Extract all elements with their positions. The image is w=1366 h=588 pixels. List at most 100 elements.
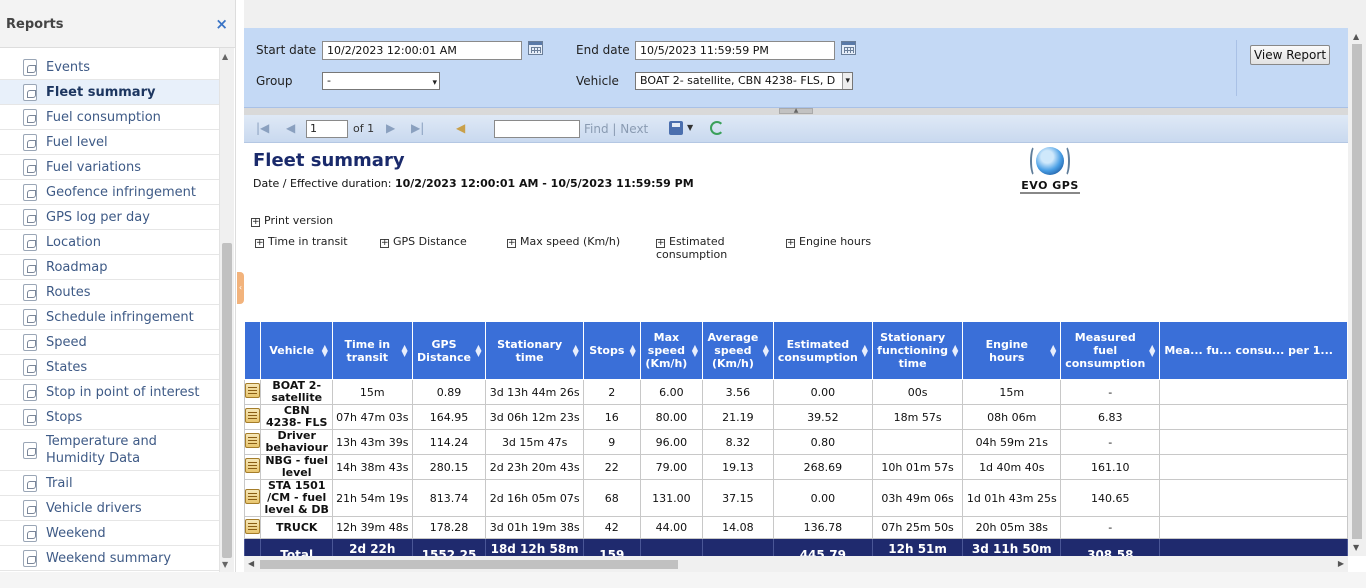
- sort-icon[interactable]: ▲ ▼: [630, 343, 636, 357]
- top-bar: [244, 0, 1366, 28]
- chevron-down-icon[interactable]: ▼: [687, 123, 693, 132]
- sort-icon[interactable]: ▲ ▼: [862, 343, 868, 357]
- report-item[interactable]: Schedule infringement: [0, 305, 219, 330]
- vertical-scroll-thumb[interactable]: [1352, 44, 1362, 539]
- detail-report-icon[interactable]: [244, 379, 262, 405]
- toggle-engine-hours[interactable]: + Engine hours: [786, 235, 871, 248]
- column-header[interactable]: Mea... fu... consu... per 1...: [1159, 321, 1348, 380]
- scroll-down-icon[interactable]: ▼: [1353, 543, 1359, 552]
- sort-icon[interactable]: ▲ ▼: [692, 343, 698, 357]
- collapse-parameters-icon[interactable]: ▲: [779, 108, 813, 114]
- table-row[interactable]: NBG - fuel level 14h 38m 43s 280.15 2d 23h …: [244, 454, 1348, 480]
- column-header[interactable]: Vehicle ▲ ▼: [260, 321, 333, 380]
- scroll-up-icon[interactable]: ▲: [222, 52, 228, 61]
- scroll-down-icon[interactable]: ▼: [222, 560, 228, 569]
- scroll-left-icon[interactable]: ◀: [248, 559, 254, 568]
- detail-report-icon[interactable]: [244, 429, 262, 455]
- sort-icon[interactable]: ▲ ▼: [952, 343, 958, 357]
- report-item[interactable]: Fuel consumption: [0, 105, 219, 130]
- table-row[interactable]: CBN 4238- FLS 07h 47m 03s 164.95 3d 06h 12m…: [244, 404, 1348, 430]
- print-version-toggle[interactable]: + Print version: [251, 214, 333, 227]
- calendar-icon[interactable]: [528, 41, 543, 55]
- toggle-max-speed[interactable]: + Max speed (Km/h): [507, 235, 620, 248]
- first-page-icon[interactable]: |◀: [256, 121, 269, 135]
- vertical-scrollbar[interactable]: ▲ ▼: [1348, 28, 1366, 556]
- column-header[interactable]: Max speed (Km/h) ▲ ▼: [639, 321, 703, 380]
- sidebar-scrollbar[interactable]: ▲ ▼: [220, 48, 234, 573]
- report-item[interactable]: Fleet summary: [0, 80, 219, 105]
- next-page-icon[interactable]: ▶: [386, 121, 395, 135]
- scroll-right-icon[interactable]: ▶: [1338, 559, 1344, 568]
- collapse-sidebar-handle[interactable]: ‹: [237, 272, 244, 304]
- table-row[interactable]: TRUCK 12h 39m 48s 178.28 3d 01h 19m 38s 42 44…: [244, 516, 1348, 539]
- column-header[interactable]: Engine hours ▲ ▼: [962, 321, 1062, 380]
- toggle-gps-distance[interactable]: + GPS Distance: [380, 235, 467, 248]
- last-page-icon[interactable]: ▶|: [411, 121, 424, 135]
- table-row[interactable]: Driver behaviour 13h 43m 39s 114.24 3d 15m …: [244, 429, 1348, 455]
- detail-report-icon[interactable]: [244, 479, 262, 517]
- sort-icon[interactable]: ▲ ▼: [401, 343, 407, 357]
- report-item[interactable]: Trail: [0, 471, 219, 496]
- report-item[interactable]: Geofence infringement: [0, 180, 219, 205]
- report-item[interactable]: Stops: [0, 405, 219, 430]
- column-header[interactable]: Stops ▲ ▼: [582, 321, 641, 380]
- report-item[interactable]: Speed: [0, 330, 219, 355]
- detail-report-icon[interactable]: [244, 404, 262, 430]
- scroll-up-icon[interactable]: ▲: [1353, 32, 1359, 41]
- sort-icon[interactable]: ▲ ▼: [1149, 343, 1155, 357]
- report-item[interactable]: Temperature and Humidity Data: [0, 430, 219, 471]
- start-date-input[interactable]: 10/2/2023 12:00:01 AM: [322, 41, 522, 60]
- sort-icon[interactable]: ▲ ▼: [475, 343, 481, 357]
- parameter-splitter[interactable]: ▲: [244, 108, 1348, 115]
- calendar-icon[interactable]: [841, 41, 856, 55]
- horizontal-scroll-thumb[interactable]: [260, 560, 678, 569]
- sort-icon[interactable]: ▲ ▼: [763, 343, 769, 357]
- report-item[interactable]: Location: [0, 230, 219, 255]
- report-item[interactable]: Vehicle drivers: [0, 496, 219, 521]
- close-icon[interactable]: ×: [215, 15, 228, 33]
- end-date-label: End date: [576, 43, 630, 57]
- save-export-icon[interactable]: [669, 121, 683, 135]
- table-row[interactable]: STA 1501 /CM - fuel level & DB 21h 54m 19…: [244, 479, 1348, 517]
- detail-report-icon[interactable]: [244, 516, 262, 539]
- back-icon[interactable]: ◀: [456, 121, 465, 135]
- horizontal-scrollbar[interactable]: ◀ ▶: [244, 556, 1348, 572]
- column-header[interactable]: Stationary time ▲ ▼: [485, 321, 584, 380]
- refresh-icon[interactable]: [710, 121, 724, 135]
- table-row[interactable]: BOAT 2- satellite 15m 0.89 3d 13h 44m 26s 2 6…: [244, 379, 1348, 405]
- previous-page-icon[interactable]: ◀: [286, 121, 295, 135]
- column-header[interactable]: Stationary functioning time ▲ ▼: [871, 321, 964, 380]
- sort-icon[interactable]: ▲ ▼: [322, 343, 328, 357]
- report-item[interactable]: Roadmap: [0, 255, 219, 280]
- report-item[interactable]: Events: [0, 55, 219, 80]
- column-header[interactable]: Measured fuel consumption ▲ ▼: [1060, 321, 1161, 380]
- report-item[interactable]: Weekend summary: [0, 546, 219, 571]
- vehicle-select[interactable]: BOAT 2- satellite, CBN 4238- FLS, D ▾: [635, 72, 853, 90]
- sort-icon[interactable]: ▲ ▼: [573, 343, 579, 357]
- report-item[interactable]: Stop in point of interest: [0, 380, 219, 405]
- table-cell: 39.52: [772, 404, 873, 430]
- report-item[interactable]: Fuel variations: [0, 155, 219, 180]
- sidebar-scroll-thumb[interactable]: [222, 243, 232, 558]
- report-item[interactable]: Fuel level: [0, 130, 219, 155]
- column-header[interactable]: Average speed (Km/h) ▲ ▼: [701, 321, 774, 380]
- toggle-estimated-consumption[interactable]: + Estimated consumption: [656, 235, 736, 261]
- sort-icon[interactable]: ▲ ▼: [1050, 343, 1056, 357]
- table-cell: 9: [582, 429, 641, 455]
- view-report-button[interactable]: View Report: [1250, 45, 1330, 65]
- page-number-input[interactable]: 1: [306, 120, 348, 138]
- report-item[interactable]: GPS log per day: [0, 205, 219, 230]
- detail-report-icon[interactable]: [244, 454, 262, 480]
- report-item[interactable]: Routes: [0, 280, 219, 305]
- find-input[interactable]: [494, 120, 580, 138]
- find-link[interactable]: Find | Next: [584, 122, 648, 136]
- column-header[interactable]: GPS Distance ▲ ▼: [411, 321, 487, 380]
- report-item[interactable]: Weekend: [0, 521, 219, 546]
- report-item[interactable]: States: [0, 355, 219, 380]
- group-select[interactable]: - ▾: [322, 72, 440, 90]
- end-date-input[interactable]: 10/5/2023 11:59:59 PM: [635, 41, 835, 60]
- column-header[interactable]: Estimated consumption ▲ ▼: [772, 321, 873, 380]
- toggle-time-in-transit[interactable]: + Time in transit: [255, 235, 348, 248]
- vehicle-cell: TRUCK: [260, 516, 333, 539]
- column-header[interactable]: Time in transit ▲ ▼: [331, 321, 413, 380]
